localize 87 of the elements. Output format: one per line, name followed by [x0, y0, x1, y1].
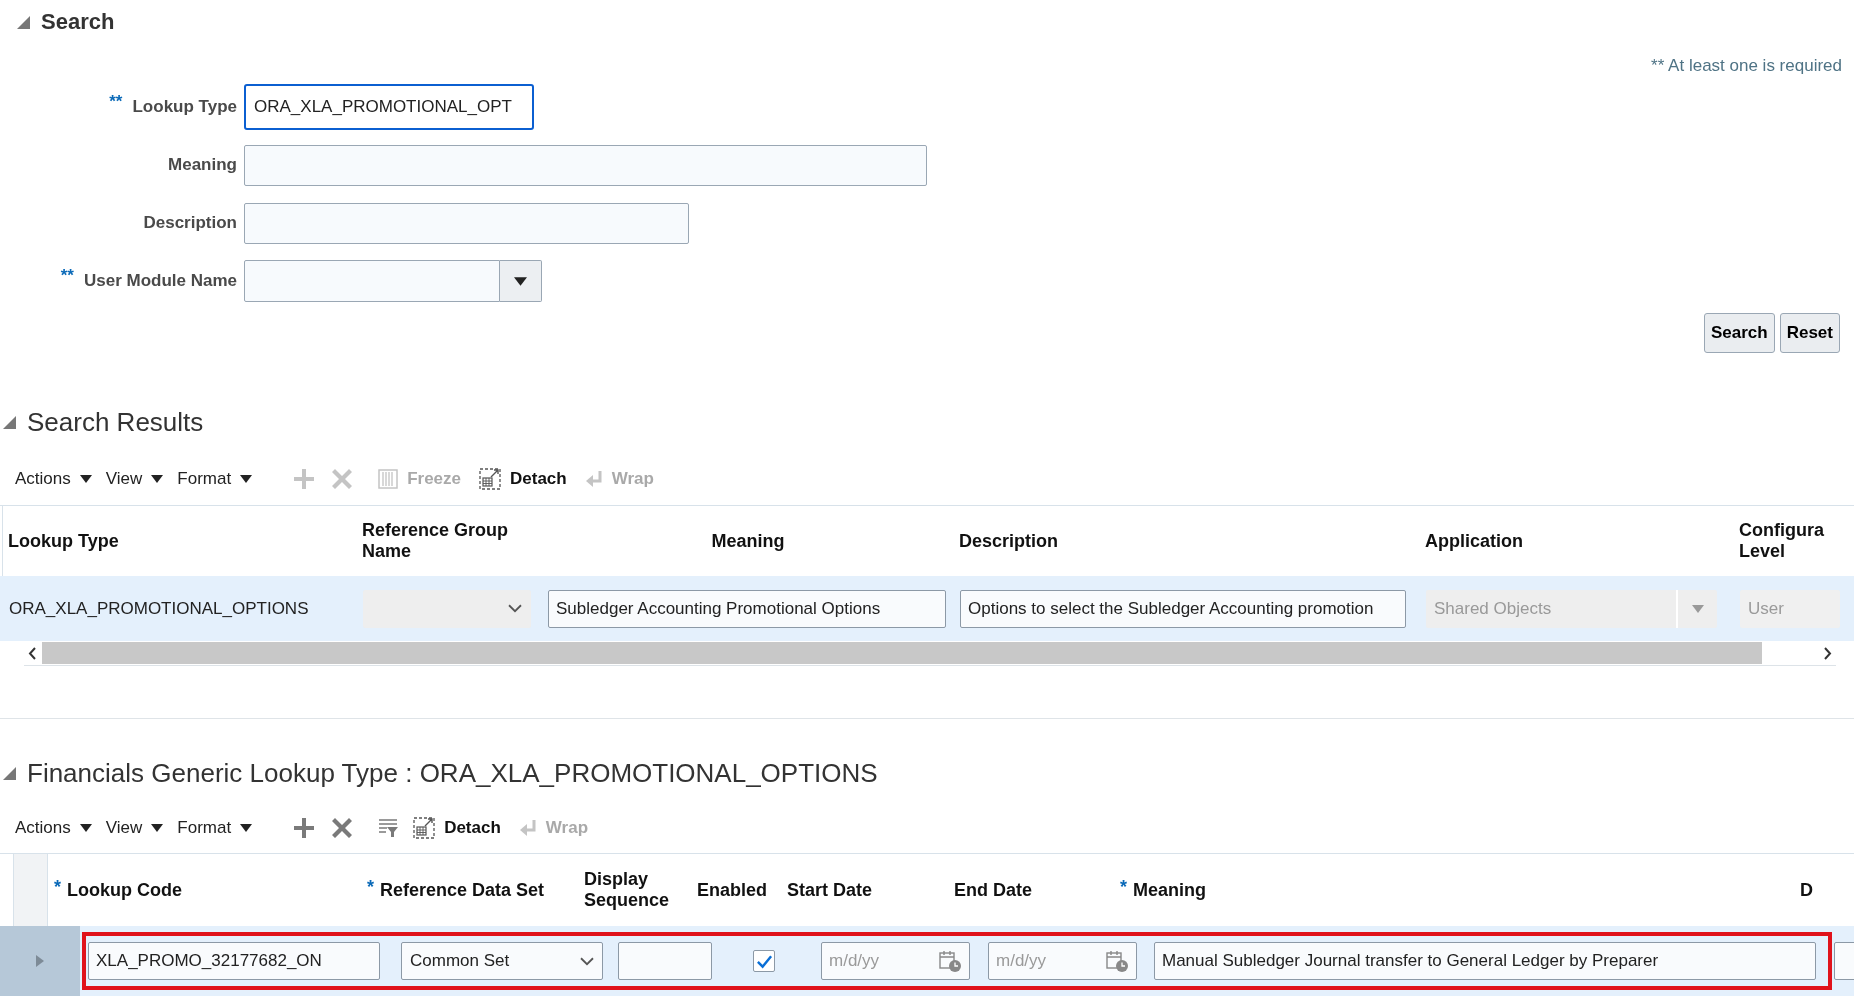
column-header[interactable]: Configura Level [1739, 520, 1831, 562]
table-row[interactable]: XLA_PROMO_32177682_ON Common Set m/d/yy m/d/yy Manual Subledger Journal transfer to General Ledger by Preparer [0, 926, 1854, 996]
module-name-field[interactable] [244, 260, 500, 302]
toolbar-button[interactable]: Detach [479, 466, 567, 492]
field-label: User Module Name [83, 270, 237, 293]
column-header[interactable]: Start Date [787, 879, 873, 901]
caret-icon [1691, 604, 1704, 613]
caret-icon [79, 475, 92, 483]
return-arrow-icon [584, 470, 603, 488]
date-placeholder: m/d/yy [829, 950, 880, 973]
required-mark: ** [60, 265, 74, 288]
required-mark: * [54, 875, 61, 899]
menu-button[interactable]: Format [177, 466, 253, 492]
menu-button[interactable]: View [105, 815, 164, 841]
x-icon [332, 469, 353, 489]
menu-button[interactable]: Actions [15, 466, 92, 492]
column-header[interactable]: End Date [954, 879, 1032, 901]
plus-icon [294, 818, 315, 838]
column-header[interactable]: Display Sequence [584, 869, 684, 911]
dropdown-button[interactable] [500, 260, 542, 302]
columns-icon [378, 469, 399, 489]
chevron-down-icon [580, 956, 594, 966]
scroll-right-icon [1822, 646, 1832, 660]
text-field[interactable] [618, 942, 712, 980]
text-field[interactable] [244, 202, 689, 244]
required-mark: * [1120, 875, 1127, 899]
horizontal-scrollbar[interactable] [24, 641, 1836, 666]
caret-icon [240, 475, 253, 483]
text-field[interactable]: Options to select the Subledger Accounting promotion [960, 589, 1406, 628]
caret-icon [79, 824, 92, 832]
calendar-clock-icon [1106, 950, 1128, 972]
filter-icon [378, 818, 400, 838]
section-title: Search [41, 8, 115, 36]
column-header[interactable]: Application [1425, 530, 1523, 552]
column-header[interactable]: Meaning [1133, 879, 1207, 901]
section-title: Search Results [27, 406, 204, 438]
menu-button[interactable]: Format [177, 815, 253, 841]
chevron-down-icon [508, 604, 522, 613]
action-button[interactable]: Reset [1779, 313, 1840, 353]
action-button[interactable]: Search [1704, 313, 1775, 353]
toolbar-button[interactable]: Detach [413, 815, 501, 841]
required-mark: * [367, 875, 374, 899]
return-arrow-icon [518, 819, 537, 837]
text-field[interactable]: Subledger Accounting Promotional Options [548, 589, 946, 628]
text-field[interactable]: ORA_XLA_PROMOTIONAL_OPT [244, 84, 534, 130]
column-header[interactable]: Description [959, 530, 1059, 552]
table-cell-text: ORA_XLA_PROMOTIONAL_OPTIONS [9, 597, 309, 620]
required-note: ** At least one is required [1651, 55, 1842, 77]
detach-icon [413, 817, 436, 839]
plus-icon [294, 469, 315, 489]
dropdown-field[interactable]: Common Set [401, 942, 603, 980]
column-header[interactable]: Reference Data Set [380, 879, 545, 901]
text-field[interactable]: XLA_PROMO_32177682_ON [88, 942, 380, 980]
column-header[interactable]: D [1800, 879, 1813, 901]
toolbar-icon-button[interactable] [294, 818, 315, 838]
caret-icon [240, 824, 253, 832]
menu-button[interactable]: View [105, 466, 164, 492]
scroll-left-icon [28, 646, 38, 660]
column-header[interactable]: Reference Group Name [362, 520, 522, 562]
caret-icon [151, 475, 164, 483]
checkmark-icon [755, 953, 773, 969]
date-placeholder: m/d/yy [996, 950, 1047, 973]
field-label: Meaning [168, 154, 237, 177]
column-header[interactable]: Lookup Type [8, 530, 119, 552]
column-header[interactable]: Meaning [711, 530, 785, 552]
x-icon [332, 818, 353, 838]
text-field[interactable] [244, 144, 927, 186]
text-field[interactable]: Manual Subledger Journal transfer to General Ledger by Preparer [1154, 942, 1816, 980]
field-label: Lookup Type [132, 96, 237, 119]
toolbar-icon-button[interactable] [378, 818, 400, 838]
checkbox[interactable] [753, 950, 775, 972]
column-header[interactable]: Enabled [697, 879, 767, 901]
scrollbar-thumb[interactable] [42, 642, 1762, 664]
column-header[interactable]: Lookup Code [67, 879, 182, 901]
menu-button[interactable]: Actions [15, 815, 92, 841]
section-title: Financials Generic Lookup Type : ORA_XLA_PROMOTIONAL_OPTIONS [27, 757, 878, 789]
required-mark: ** [109, 91, 123, 114]
field-label: Description [143, 212, 237, 235]
detach-icon [479, 468, 501, 490]
caret-icon [514, 276, 527, 286]
calendar-clock-icon [939, 950, 961, 972]
toolbar-icon-button[interactable] [332, 818, 353, 838]
collapse-icon[interactable] [16, 14, 31, 30]
collapse-icon[interactable] [2, 414, 17, 430]
collapse-icon[interactable] [2, 765, 17, 781]
expand-row-icon [35, 954, 45, 968]
caret-icon [151, 824, 164, 832]
